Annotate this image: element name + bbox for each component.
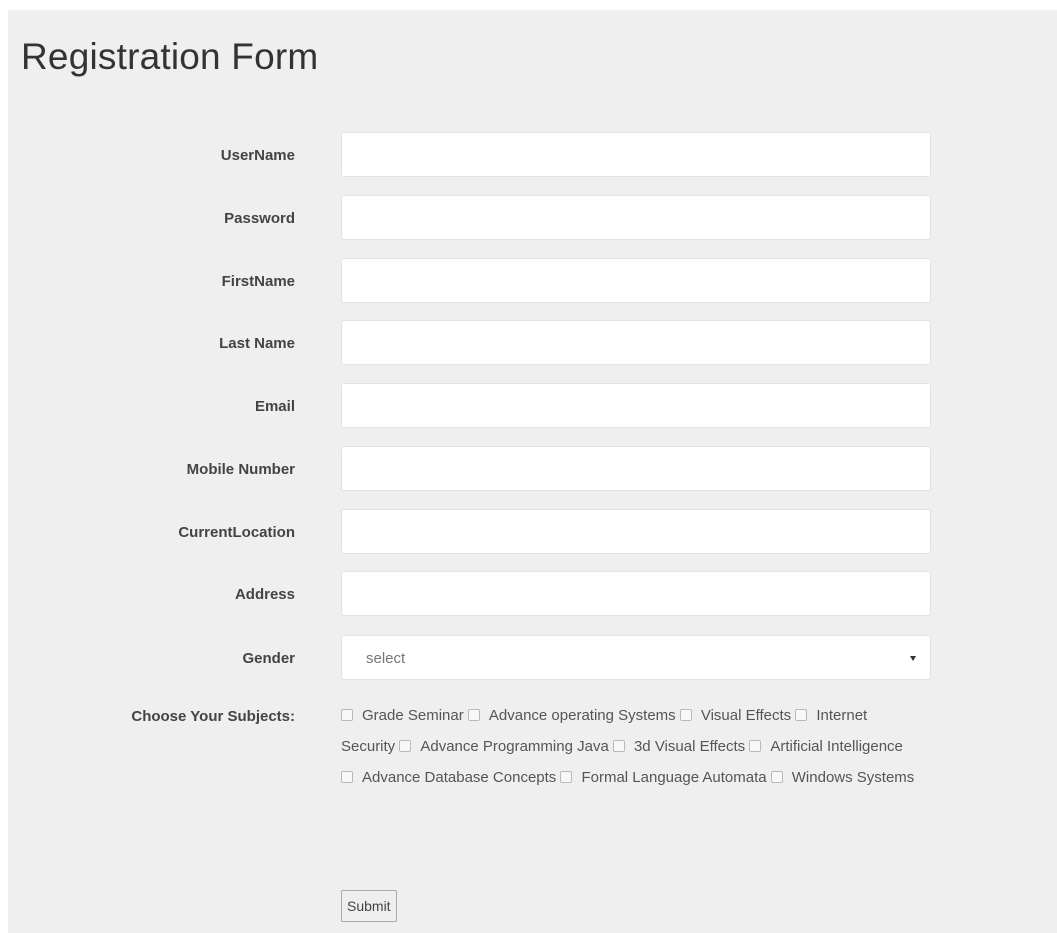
checkbox-icon[interactable] (560, 771, 573, 783)
lastname-row: Last Name (0, 320, 1057, 367)
gender-row: Gender select (0, 635, 1057, 682)
username-input[interactable] (341, 132, 931, 177)
current-location-label: CurrentLocation (178, 524, 295, 541)
email-label: Email (254, 398, 295, 415)
gender-label: Gender (242, 650, 295, 667)
subject-label: Visual Effects (700, 707, 792, 724)
subject-label: Formal Language Automata (581, 769, 767, 786)
mobile-number-row: Mobile Number (0, 446, 1057, 493)
lastname-label: Last Name (219, 335, 295, 352)
checkbox-icon[interactable] (679, 709, 692, 721)
subject-label: Advance Programming Java (420, 738, 609, 755)
subject-visual-effects[interactable]: Visual Effects (679, 707, 792, 724)
checkbox-icon[interactable] (770, 771, 783, 783)
subject-label: Windows Systems (791, 769, 915, 786)
subject-advance-database-concepts[interactable]: Advance Database Concepts (341, 769, 556, 786)
password-input[interactable] (341, 195, 931, 240)
page-title: Registration Form (21, 36, 319, 77)
password-row: Password (0, 195, 1057, 242)
subject-windows-systems[interactable]: Windows Systems (770, 769, 915, 786)
mobile-number-label: Mobile Number (186, 461, 295, 478)
subject-label: 3d Visual Effects (633, 738, 746, 755)
subject-label: Grade Seminar (362, 707, 464, 724)
checkbox-icon[interactable] (612, 740, 625, 752)
lastname-input[interactable] (341, 320, 931, 365)
address-label: Address (234, 586, 295, 603)
subjects-checkbox-group: Grade Seminar Advance operating Systems … (341, 700, 921, 793)
address-row: Address (0, 571, 1057, 618)
subject-3d-visual-effects[interactable]: 3d Visual Effects (612, 738, 746, 755)
email-input[interactable] (341, 383, 931, 428)
username-label: UserName (220, 147, 295, 164)
submit-button[interactable]: Submit (341, 890, 397, 922)
current-location-row: CurrentLocation (0, 509, 1057, 556)
subject-label: Advance Database Concepts (362, 769, 557, 786)
current-location-input[interactable] (341, 509, 931, 554)
subjects-label: Choose Your Subjects: (131, 708, 295, 725)
checkbox-icon[interactable] (749, 740, 762, 752)
firstname-row: FirstName (0, 258, 1057, 305)
checkbox-icon[interactable] (467, 709, 480, 721)
subject-label: Advance operating Systems (488, 707, 676, 724)
mobile-number-input[interactable] (341, 446, 931, 491)
subject-artificial-intelligence[interactable]: Artificial Intelligence (749, 738, 903, 755)
gender-selected-value: select (366, 650, 406, 667)
checkbox-icon[interactable] (341, 771, 353, 783)
subject-grade-seminar[interactable]: Grade Seminar (341, 707, 464, 724)
chevron-down-icon (910, 656, 916, 661)
address-input[interactable] (341, 571, 931, 616)
email-row: Email (0, 383, 1057, 430)
checkbox-icon[interactable] (341, 709, 353, 721)
subject-advance-operating-systems[interactable]: Advance operating Systems (467, 707, 676, 724)
subject-label: Artificial Intelligence (770, 738, 903, 755)
checkbox-icon[interactable] (795, 709, 808, 721)
subject-formal-language-automata[interactable]: Formal Language Automata (560, 769, 767, 786)
username-row: UserName (0, 132, 1057, 179)
firstname-label: FirstName (221, 273, 295, 290)
firstname-input[interactable] (341, 258, 931, 303)
password-label: Password (224, 210, 295, 227)
checkbox-icon[interactable] (399, 740, 412, 752)
subject-advance-programming-java[interactable]: Advance Programming Java (399, 738, 609, 755)
gender-select[interactable]: select (341, 635, 931, 680)
